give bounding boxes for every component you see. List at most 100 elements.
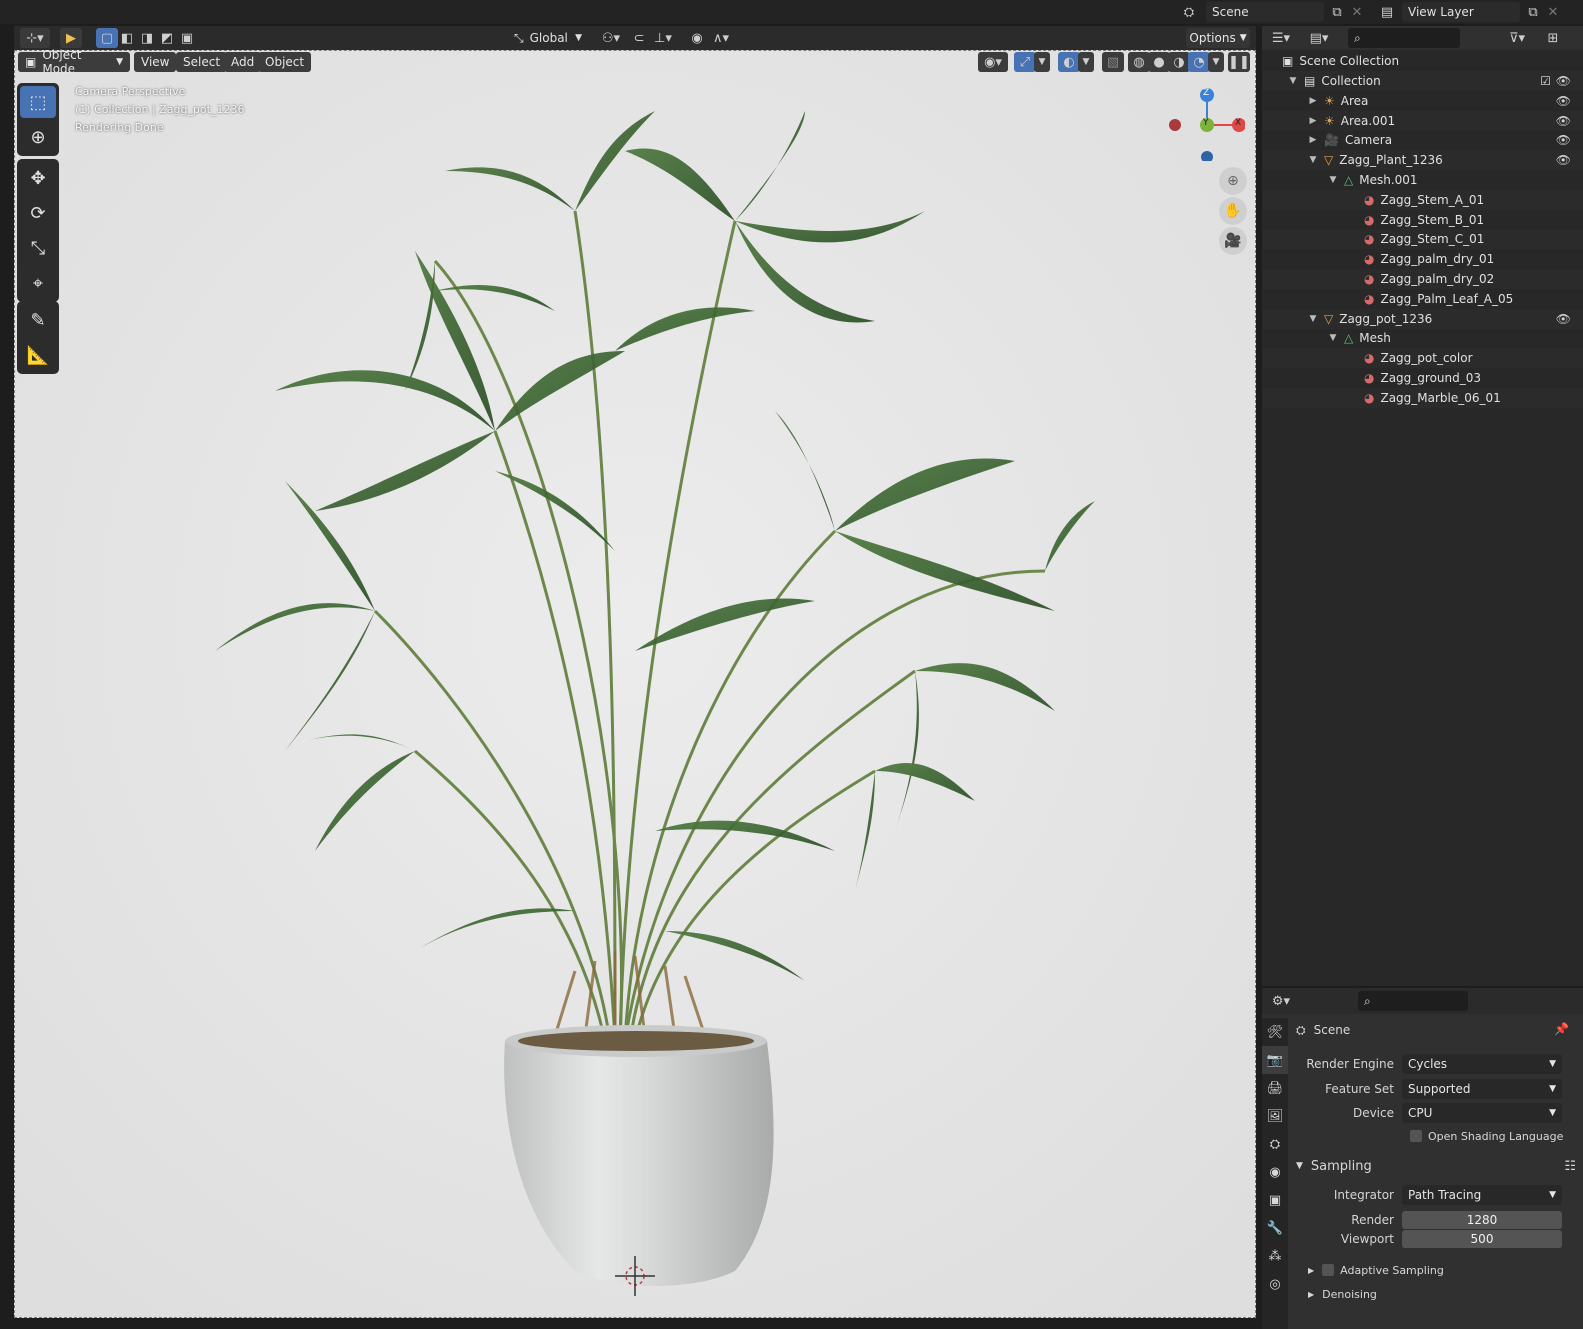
falloff-icon[interactable]: ∧▾: [706, 28, 736, 48]
delete-scene-icon[interactable]: ✕: [1346, 2, 1368, 22]
particles-tab-icon[interactable]: ⁂: [1262, 1242, 1288, 1270]
menu-select[interactable]: Select: [176, 52, 228, 72]
eye-icon[interactable]: 👁: [1556, 312, 1571, 326]
gizmo-toggle-icon[interactable]: ⤢: [1014, 52, 1036, 72]
outliner-row[interactable]: ◕ Zagg_Palm_Leaf_A_05: [1262, 289, 1583, 309]
display-mode-icon[interactable]: ▤▾: [1304, 28, 1334, 48]
render-samples-field[interactable]: 1280: [1402, 1211, 1562, 1229]
annotate-tool-icon[interactable]: ✎: [20, 304, 56, 336]
expand-triangle-icon[interactable]: ▼: [1308, 155, 1318, 165]
menu-add[interactable]: Add: [224, 52, 262, 72]
modifier-tab-icon[interactable]: 🔧: [1262, 1214, 1288, 1242]
outliner-root-row[interactable]: ▣ Scene Collection: [1262, 51, 1583, 71]
snap-toggle-icon[interactable]: ⊂: [628, 28, 650, 48]
outliner-row[interactable]: ◕ Zagg_Marble_06_01: [1262, 387, 1583, 408]
presets-list-icon[interactable]: ☷: [1564, 1159, 1576, 1174]
outliner-row[interactable]: ▼ ▽ Zagg_pot_1236 👁: [1262, 308, 1583, 329]
eye-icon[interactable]: 👁: [1556, 114, 1571, 128]
expand-triangle-icon[interactable]: ▼: [1328, 333, 1338, 343]
sampling-panel-header[interactable]: ▼ Sampling ☷: [1296, 1156, 1576, 1176]
menu-object[interactable]: Object: [258, 52, 312, 72]
object-tab-icon[interactable]: ▣: [1262, 1186, 1288, 1214]
outliner-row[interactable]: ◕ Zagg_Stem_A_01: [1262, 189, 1583, 210]
eye-icon[interactable]: 👁: [1556, 74, 1571, 88]
gizmo-dropdown-icon[interactable]: ▼: [1034, 52, 1050, 72]
output-tab-icon[interactable]: 🖨: [1262, 1074, 1288, 1102]
select-subtract-icon[interactable]: ◨: [136, 28, 158, 48]
proportional-edit-icon[interactable]: ◉: [686, 28, 708, 48]
editor-type-icon[interactable]: ⊹▾: [20, 28, 50, 48]
feature-set-dropdown[interactable]: Supported ▼: [1402, 1079, 1562, 1099]
collapse-triangle-icon[interactable]: ▶: [1308, 116, 1318, 126]
transform-tool-icon[interactable]: ⌖: [20, 267, 56, 299]
visibility-icon[interactable]: ◉▾: [978, 52, 1008, 72]
new-collection-icon[interactable]: ⊞: [1542, 28, 1564, 48]
outliner-row[interactable]: ◕ Zagg_Stem_C_01: [1262, 229, 1583, 250]
select-box-tool-icon[interactable]: ⬚: [20, 86, 56, 118]
view-layer-tab-icon[interactable]: 🖼: [1262, 1102, 1288, 1130]
pivot-point-icon[interactable]: ⚇▾: [596, 28, 626, 48]
properties-editor-icon[interactable]: ⚙▾: [1266, 991, 1296, 1011]
eye-icon[interactable]: 👁: [1556, 153, 1571, 167]
outliner-row[interactable]: ▼ △ Mesh: [1262, 328, 1583, 348]
outliner-row[interactable]: ▼ △ Mesh.001: [1262, 170, 1583, 190]
overlays-dropdown-icon[interactable]: ▼: [1078, 52, 1094, 72]
eye-icon[interactable]: 👁: [1556, 133, 1571, 147]
exclude-checkbox-icon[interactable]: ☑: [1540, 74, 1551, 88]
solid-shading-icon[interactable]: ●: [1148, 52, 1170, 72]
mode-dropdown[interactable]: ▣ Object Mode ▼: [18, 48, 130, 76]
outliner-row[interactable]: ▼ ▤ Collection ☑ 👁: [1262, 71, 1583, 91]
new-scene-icon[interactable]: ⧉: [1326, 2, 1348, 22]
render-tab-icon[interactable]: 📷: [1262, 1046, 1288, 1074]
osl-row[interactable]: Open Shading Language: [1410, 1126, 1563, 1146]
outliner-row[interactable]: ◕ Zagg_pot_color: [1262, 348, 1583, 369]
pan-hand-icon[interactable]: ✋: [1219, 197, 1247, 225]
filter-icon[interactable]: ⊽▾: [1502, 28, 1532, 48]
render-engine-dropdown[interactable]: Cycles ▼: [1402, 1054, 1562, 1074]
tool-tab-icon[interactable]: 🛠: [1262, 1018, 1288, 1046]
measure-tool-icon[interactable]: 📐: [20, 339, 56, 371]
osl-checkbox[interactable]: [1410, 1130, 1422, 1142]
expand-triangle-icon[interactable]: ▼: [1328, 175, 1338, 185]
outliner-row[interactable]: ◕ Zagg_palm_dry_01: [1262, 249, 1583, 269]
pin-icon[interactable]: 📌: [1554, 1022, 1569, 1036]
outliner-row[interactable]: ▶ ☀ Area 👁: [1262, 91, 1583, 111]
shading-dropdown-icon[interactable]: ▼: [1208, 52, 1224, 72]
scale-tool-icon[interactable]: ⤡: [20, 232, 56, 264]
collapse-triangle-icon[interactable]: ▶: [1308, 96, 1318, 106]
rotate-tool-icon[interactable]: ⟳: [20, 197, 56, 229]
physics-tab-icon[interactable]: ◎: [1262, 1270, 1288, 1298]
integrator-dropdown[interactable]: Path Tracing ▼: [1402, 1185, 1562, 1205]
outliner-editor-icon[interactable]: ☰▾: [1266, 28, 1296, 48]
select-new-icon[interactable]: ▢: [96, 28, 118, 48]
select-intersect-icon[interactable]: ▣: [176, 28, 198, 48]
denoising-panel[interactable]: ▶ Denoising: [1308, 1284, 1377, 1304]
delete-view-layer-icon[interactable]: ✕: [1542, 2, 1564, 22]
rendered-shading-icon[interactable]: ◔: [1188, 52, 1210, 72]
snap-target-icon[interactable]: ⊥▾: [648, 28, 678, 48]
select-invert-icon[interactable]: ◩: [156, 28, 178, 48]
outliner-row[interactable]: ◕ Zagg_Stem_B_01: [1262, 210, 1583, 230]
move-tool-icon[interactable]: ✥: [20, 162, 56, 194]
wireframe-shading-icon[interactable]: ◍: [1128, 52, 1150, 72]
camera-view-icon[interactable]: 🎥: [1219, 227, 1247, 255]
transform-orientation-dropdown[interactable]: ⤡ Global ▼: [508, 28, 588, 48]
collapse-triangle-icon[interactable]: ▶: [1308, 135, 1318, 145]
zoom-icon[interactable]: ⊕: [1219, 167, 1247, 195]
new-view-layer-icon[interactable]: ⧉: [1522, 2, 1544, 22]
outliner-search-input[interactable]: ⌕: [1348, 28, 1460, 48]
options-button[interactable]: Options ▼: [1186, 28, 1250, 48]
outliner-row[interactable]: ◕ Zagg_ground_03: [1262, 368, 1583, 388]
menu-view[interactable]: View: [134, 52, 177, 72]
eye-icon[interactable]: 👁: [1556, 94, 1571, 108]
properties-search-input[interactable]: ⌕: [1358, 991, 1468, 1011]
xray-icon[interactable]: ▧: [1102, 52, 1124, 72]
expand-triangle-icon[interactable]: ▼: [1308, 314, 1318, 324]
adaptive-sampling-checkbox[interactable]: [1322, 1264, 1335, 1276]
scene-tab-icon[interactable]: ⛭: [1262, 1130, 1288, 1158]
material-shading-icon[interactable]: ◑: [1168, 52, 1190, 72]
outliner-row[interactable]: ▼ ▽ Zagg_Plant_1236 👁: [1262, 150, 1583, 171]
3d-viewport[interactable]: Camera Perspective (1) Collection | Zagg…: [14, 50, 1256, 1318]
overlays-toggle-icon[interactable]: ◐: [1058, 52, 1080, 72]
pause-render-icon[interactable]: ❚❚: [1228, 52, 1250, 72]
